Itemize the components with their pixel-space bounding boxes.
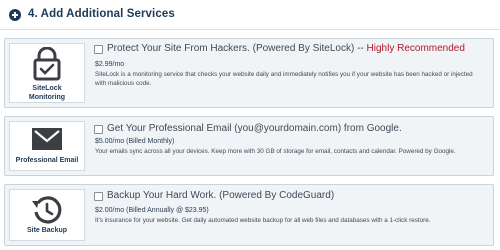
service-icon-label: SiteLock Monitoring [28,85,66,101]
service-icon-label: Professional Email [15,157,79,164]
service-card-email: Professional Email Get Your Professional… [4,116,494,176]
backup-clock-icon [32,196,62,224]
service-icon-panel: Site Backup [9,189,85,241]
service-card-sitelock: SiteLock Monitoring Protect Your Site Fr… [4,38,494,108]
plus-circle-icon[interactable] [9,9,21,21]
section-header: 4. Add Additional Services [0,0,500,30]
section-title: 4. Add Additional Services [28,8,175,20]
lock-icon [33,47,61,81]
service-icon-panel: SiteLock Monitoring [9,43,85,103]
service-title: Backup Your Hard Work. (Powered By CodeG… [107,190,335,201]
service-icon-label: Site Backup [26,227,68,234]
envelope-icon [32,128,62,150]
service-price: $5.00/mo (Billed Monthly) [95,138,175,145]
recommended-label: Highly Recommended [366,43,465,54]
service-title: Protect Your Site From Hackers. (Powered… [107,43,465,54]
service-title: Get Your Professional Email (you@yourdom… [107,123,402,134]
service-card-backup: Site Backup Backup Your Hard Work. (Powe… [4,184,494,246]
email-checkbox[interactable] [94,125,103,134]
service-title-text: Protect Your Site From Hackers. (Powered… [107,43,367,54]
divider [0,29,500,30]
backup-checkbox[interactable] [94,192,103,201]
service-price: $2.00/mo (Billed Annually @ $23.95) [95,207,209,214]
sitelock-checkbox[interactable] [94,45,103,54]
service-description: Your emails sync across all your devices… [95,148,456,155]
service-description: SiteLock is a monitoring service that ch… [95,71,473,87]
service-icon-panel: Professional Email [9,121,85,171]
service-price: $2.99/mo [95,61,125,68]
service-description: It's insurance for your website. Get dai… [95,217,431,224]
